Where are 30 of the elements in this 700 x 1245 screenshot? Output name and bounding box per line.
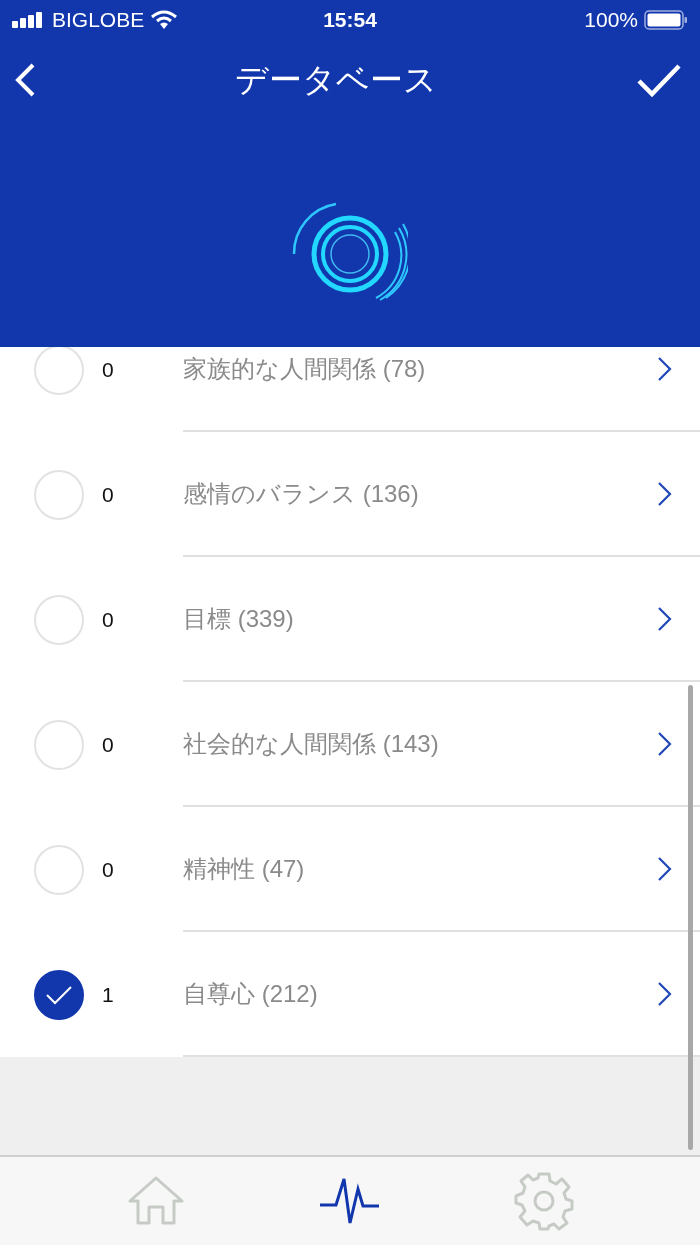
chevron-right-icon[interactable] — [657, 480, 673, 507]
chevron-right-icon[interactable] — [657, 355, 673, 382]
category-label[interactable]: 家族的な人間関係 (78) — [183, 352, 426, 385]
pulse-tab[interactable] — [319, 1177, 381, 1225]
chevron-right-icon[interactable] — [657, 855, 673, 882]
battery-icon — [644, 10, 688, 30]
chevron-right-icon[interactable] — [657, 605, 673, 632]
item-count: 0 — [102, 357, 115, 382]
category-label[interactable]: 自尊心 (212) — [183, 977, 318, 1010]
screen-title: データベース — [235, 59, 437, 100]
clock-time: 15:54 — [323, 8, 377, 32]
battery-percent: 100% — [584, 8, 638, 32]
item-count: 0 — [102, 482, 115, 507]
item-count: 0 — [102, 857, 115, 882]
category-label[interactable]: 精神性 (47) — [183, 852, 305, 885]
carrier-name: BIGLOBE — [52, 8, 145, 32]
chevron-right-icon[interactable] — [657, 980, 673, 1007]
check-icon — [45, 984, 73, 1005]
selection-checkbox[interactable] — [34, 969, 84, 1020]
category-label[interactable]: 感情のバランス (136) — [183, 477, 419, 510]
chevron-right-icon[interactable] — [657, 730, 673, 757]
wifi-icon — [150, 10, 179, 30]
item-count: 1 — [102, 982, 115, 1007]
item-count: 0 — [102, 732, 115, 757]
item-count: 0 — [102, 607, 115, 632]
concentric-rings-icon — [292, 202, 408, 302]
category-label[interactable]: 社会的な人間関係 (143) — [183, 727, 439, 760]
back-button[interactable] — [14, 62, 36, 98]
category-label[interactable]: 目標 (339) — [183, 602, 294, 635]
confirm-button[interactable] — [636, 62, 682, 98]
